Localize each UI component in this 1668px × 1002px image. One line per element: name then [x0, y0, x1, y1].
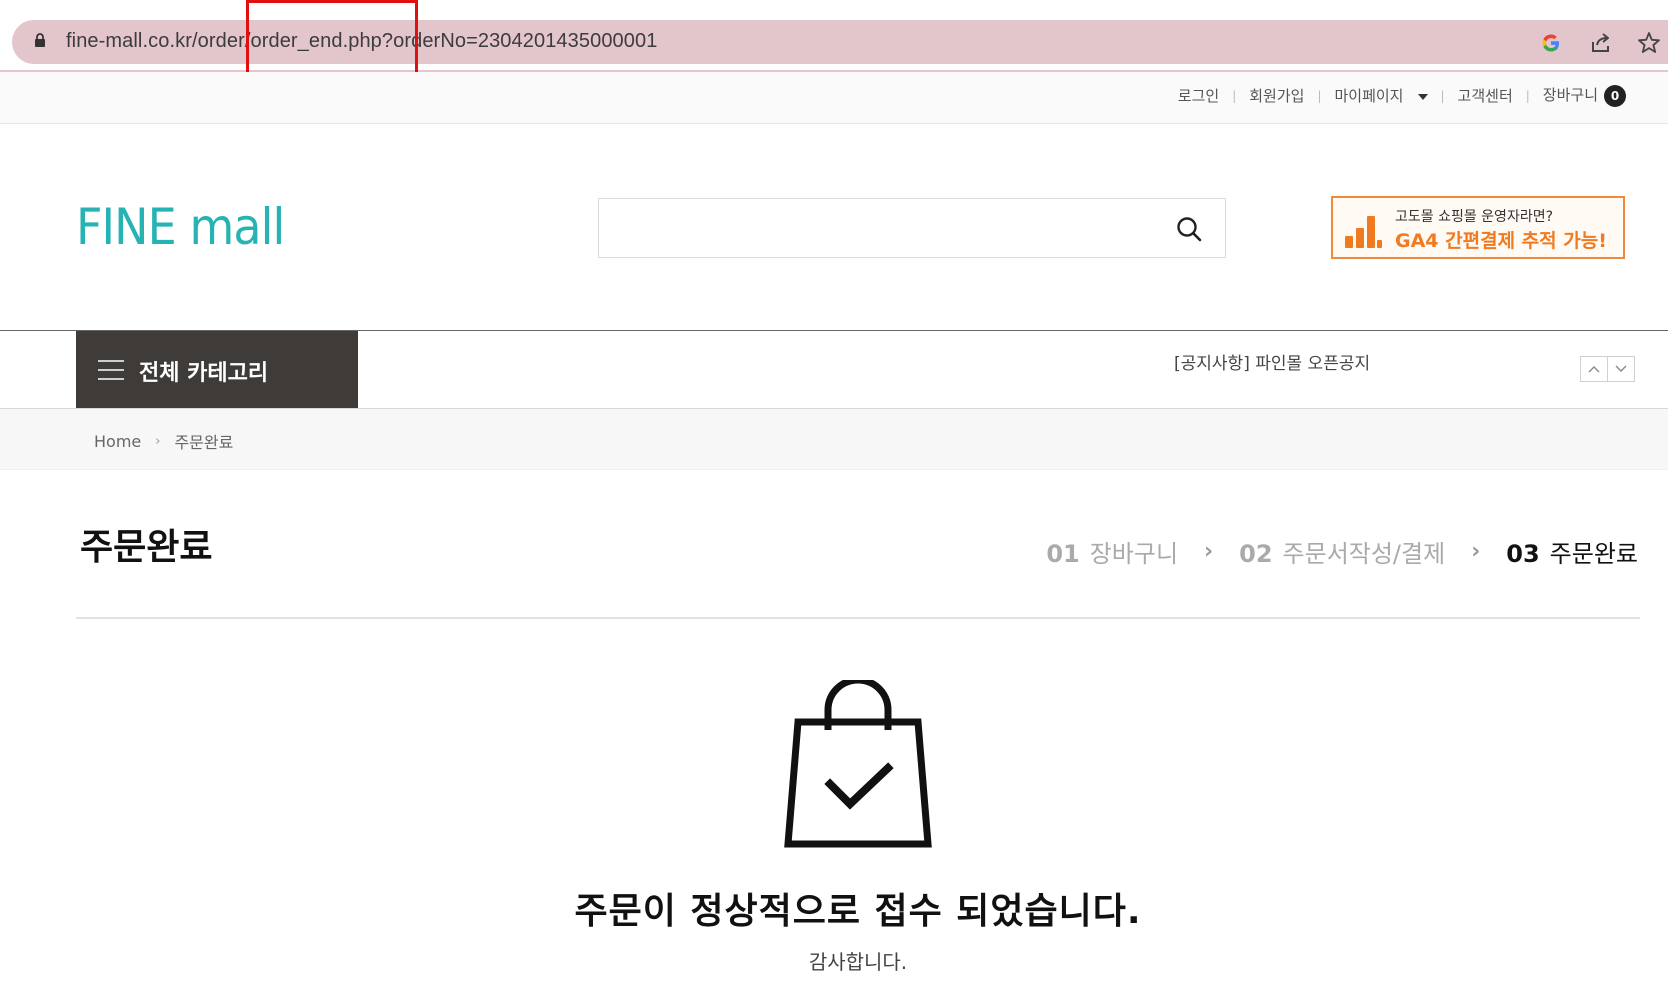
notice-prev-button[interactable]	[1580, 356, 1608, 382]
google-icon[interactable]	[1538, 30, 1564, 56]
site-logo[interactable]: FINE mall	[76, 198, 285, 256]
utility-bar: 로그인 | 회원가입 | 마이페이지 | 고객센터 | 장바구니 0	[0, 72, 1668, 124]
share-icon[interactable]	[1588, 30, 1614, 56]
chevron-up-icon	[1588, 366, 1600, 373]
search-input[interactable]	[598, 198, 1226, 258]
utility-menu: 로그인 | 회원가입 | 마이페이지 | 고객센터 | 장바구니 0	[1178, 84, 1626, 107]
chevron-down-icon	[1615, 365, 1627, 372]
step-label: 주문서작성/결제	[1282, 540, 1446, 568]
cart-count-badge: 0	[1604, 85, 1626, 107]
url-query: ?orderNo=2304201435000001	[381, 30, 658, 52]
category-label: 전체 카테고리	[139, 361, 269, 386]
thank-you-text: 감사합니다.	[808, 950, 908, 974]
mypage-label: 마이페이지	[1334, 87, 1404, 105]
breadcrumb: Home › 주문완료	[0, 409, 1668, 470]
step-label: 주문완료	[1549, 540, 1638, 568]
divider: |	[1232, 88, 1237, 103]
step-cart: 01 장바구니	[1046, 534, 1178, 569]
chevron-right-icon: ›	[155, 433, 161, 449]
page-title: 주문완료	[80, 527, 213, 568]
divider: |	[1440, 88, 1445, 103]
customer-center-link[interactable]: 고객센터	[1458, 85, 1513, 106]
breadcrumb-trail: Home › 주문완료	[94, 429, 233, 453]
cart-link[interactable]: 장바구니 0	[1543, 84, 1626, 107]
step-number: 02	[1239, 540, 1273, 568]
order-complete-message: 주문이 정상적으로 접수 되었습니다.	[574, 891, 1142, 932]
search-icon[interactable]	[1175, 215, 1203, 243]
breadcrumb-home[interactable]: Home	[94, 432, 141, 451]
bar-chart-icon	[1345, 216, 1382, 248]
signup-link[interactable]: 회원가입	[1249, 85, 1304, 106]
step-complete: 03 주문완료	[1506, 534, 1638, 569]
ad-headline: 고도몰 쇼핑몰 운영자라면?	[1395, 209, 1554, 225]
step-number: 03	[1506, 540, 1540, 568]
all-categories-button[interactable]: 전체 카테고리	[76, 331, 358, 408]
login-link[interactable]: 로그인	[1178, 85, 1219, 106]
breadcrumb-current: 주문완료	[174, 433, 234, 452]
order-steps: 01 장바구니 › 02 주문서작성/결제 › 03 주문완료	[1046, 534, 1638, 569]
step-number: 01	[1046, 540, 1080, 568]
notice-next-button[interactable]	[1607, 356, 1635, 382]
notice-ticker[interactable]: [공지사항] 파인몰 오픈공지	[1174, 349, 1370, 374]
cart-label: 장바구니	[1542, 86, 1598, 104]
chevron-right-icon: ›	[1471, 539, 1481, 564]
ad-banner[interactable]: 고도몰 쇼핑몰 운영자라면? GA4 간편결제 추적 가능!	[1331, 196, 1625, 259]
mypage-link[interactable]: 마이페이지	[1334, 85, 1428, 106]
ad-tagline: GA4 간편결제 추적 가능!	[1395, 230, 1607, 252]
url-host: fine-mall.co.kr	[66, 30, 192, 52]
shopping-bag-check-icon	[784, 680, 932, 848]
divider: |	[1525, 88, 1530, 103]
step-checkout: 02 주문서작성/결제	[1239, 534, 1445, 569]
lock-icon	[35, 33, 45, 47]
menu-icon	[98, 360, 124, 380]
star-icon[interactable]	[1636, 30, 1662, 56]
notice-controls	[1580, 356, 1635, 382]
divider: |	[1317, 88, 1322, 103]
chevron-down-icon	[1417, 93, 1428, 100]
title-divider	[76, 617, 1640, 619]
chevron-right-icon: ›	[1204, 539, 1214, 564]
step-label: 장바구니	[1089, 540, 1179, 568]
